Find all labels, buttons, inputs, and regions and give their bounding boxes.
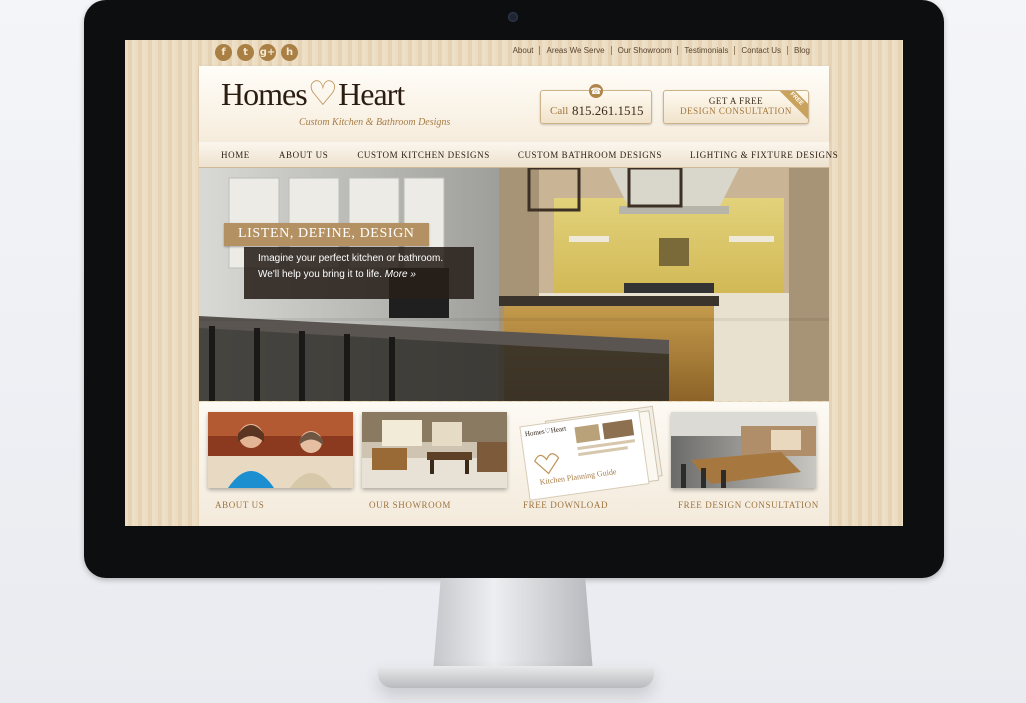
social-icons: f t g+ h — [215, 44, 298, 61]
monitor-screen: f t g+ h About Areas We Serve Our Showro… — [125, 40, 903, 526]
main-nav: HOME ABOUT US CUSTOM KITCHEN DESIGNS CUS… — [199, 142, 838, 168]
monitor-stand — [433, 578, 593, 670]
logo-text: Homes♡Heart — [221, 74, 405, 114]
call-label: Call — [550, 105, 569, 117]
houzz-icon[interactable]: h — [281, 44, 298, 61]
phone-icon: ☎ — [589, 84, 603, 98]
card-about-us[interactable]: ABOUT US — [208, 412, 353, 510]
heart-icon: ♡ — [307, 76, 339, 113]
top-link-our-showroom[interactable]: Our Showroom — [610, 46, 678, 55]
card-label: FREE DOWNLOAD — [523, 500, 609, 510]
nav-home[interactable]: HOME — [221, 150, 250, 160]
card-thumbnail — [208, 412, 353, 488]
nav-about-us[interactable]: ABOUT US — [279, 150, 328, 160]
card-our-showroom[interactable]: OUR SHOWROOM — [362, 412, 507, 510]
logo-word-homes: Homes — [221, 76, 308, 112]
card-free-download[interactable]: Homes♡Heart Kitchen Planning Guide FREE … — [516, 405, 663, 510]
monitor-bezel: f t g+ h About Areas We Serve Our Showro… — [84, 0, 944, 578]
hero-banner: LISTEN, DEFINE, DESIGN Imagine your perf… — [199, 168, 829, 401]
logo-word-heart: Heart — [338, 76, 405, 112]
card-label: FREE DESIGN CONSULTATION — [678, 500, 819, 510]
monitor-base — [378, 666, 654, 688]
hero-caption: Imagine your perfect kitchen or bathroom… — [244, 247, 474, 299]
top-link-contact-us[interactable]: Contact Us — [734, 46, 787, 55]
feature-cards: ABOUT US OUR SHOWROOM Homes♡Heart Kitche… — [199, 402, 829, 526]
site-logo[interactable]: Homes♡Heart Custom Kitchen & Bathroom De… — [221, 74, 450, 128]
card-thumbnail: Homes♡Heart Kitchen Planning Guide — [516, 405, 663, 501]
facebook-icon[interactable]: f — [215, 44, 232, 61]
card-thumbnail — [671, 412, 816, 488]
card-label: ABOUT US — [215, 500, 265, 510]
top-utility-bar: f t g+ h About Areas We Serve Our Showro… — [125, 40, 903, 66]
nav-custom-bathroom-designs[interactable]: CUSTOM BATHROOM DESIGNS — [518, 150, 662, 160]
free-consultation-button[interactable]: GET A FREE DESIGN CONSULTATION FREE — [663, 90, 809, 124]
phone-number: 815.261.1515 — [572, 103, 644, 118]
top-link-testimonials[interactable]: Testimonials — [677, 46, 734, 55]
logo-tagline: Custom Kitchen & Bathroom Designs — [299, 117, 451, 128]
page-container: Homes♡Heart Custom Kitchen & Bathroom De… — [199, 66, 838, 526]
top-link-about[interactable]: About — [507, 46, 540, 55]
google-plus-icon[interactable]: g+ — [259, 44, 276, 61]
hero-title: LISTEN, DEFINE, DESIGN — [224, 223, 429, 246]
site-header: Homes♡Heart Custom Kitchen & Bathroom De… — [199, 66, 829, 142]
twitter-icon[interactable]: t — [237, 44, 254, 61]
call-box[interactable]: ☎ Call 815.261.1515 — [540, 84, 652, 124]
top-links: About Areas We Serve Our Showroom Testim… — [507, 46, 816, 55]
hero-more-link[interactable]: More » — [385, 269, 416, 280]
card-free-design-consultation[interactable]: FREE DESIGN CONSULTATION — [671, 412, 818, 510]
top-link-blog[interactable]: Blog — [786, 46, 816, 55]
top-link-areas-we-serve[interactable]: Areas We Serve — [539, 46, 610, 55]
card-label: OUR SHOWROOM — [369, 500, 451, 510]
nav-lighting-fixture-designs[interactable]: LIGHTING & FIXTURE DESIGNS — [690, 150, 838, 160]
webcam — [508, 12, 518, 22]
consult-line-2: DESIGN CONSULTATION — [680, 106, 792, 116]
card-thumbnail — [362, 412, 507, 488]
nav-custom-kitchen-designs[interactable]: CUSTOM KITCHEN DESIGNS — [357, 150, 490, 160]
